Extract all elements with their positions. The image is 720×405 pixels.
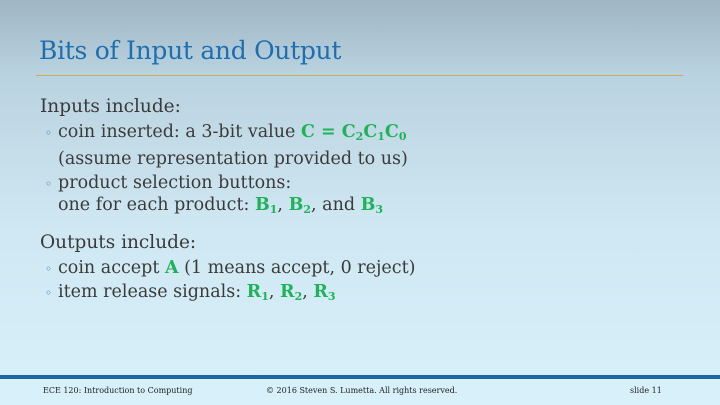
slide-title: Bits of Input and Output xyxy=(39,36,342,65)
bullet-circle-icon: ◦ xyxy=(45,286,53,300)
bullet-release-signals: ◦ item release signals: R1, R2, R3 xyxy=(45,282,336,303)
inputs-heading: Inputs include: xyxy=(40,96,181,117)
coin-text: coin inserted: a 3-bit value xyxy=(58,122,301,142)
bullet-circle-icon: ◦ xyxy=(45,126,53,140)
release-r1: R1 xyxy=(246,282,269,303)
accept-variable: A xyxy=(164,258,179,278)
release-r3: R3 xyxy=(313,282,336,303)
bullet-coin-accept: ◦ coin accept A (1 means accept, 0 rejec… xyxy=(45,258,416,278)
coin-variable: C = C2C1C0 xyxy=(300,122,407,143)
slide-content: Inputs include: ◦ coin inserted: a 3-bit… xyxy=(40,95,680,308)
bullet-product-buttons: ◦ product selection buttons: one for eac… xyxy=(45,173,384,216)
coin-note: (assume representation provided to us) xyxy=(58,149,408,169)
bullet-coin-inserted: ◦ coin inserted: a 3-bit value C = C2C1C… xyxy=(40,121,680,170)
title-divider xyxy=(36,75,683,76)
button-b3: B3 xyxy=(360,195,384,216)
bullet-circle-icon: ◦ xyxy=(45,177,53,191)
button-b1: B1 xyxy=(254,195,278,216)
bullet-circle-icon: ◦ xyxy=(45,262,53,276)
button-b2: B2 xyxy=(288,195,312,216)
footer-bar xyxy=(0,375,720,379)
footer-slide-number: slide 11 xyxy=(630,386,662,395)
release-r2: R2 xyxy=(280,282,303,303)
footer-course: ECE 120: Introduction to Computing xyxy=(43,386,193,395)
outputs-heading: Outputs include: xyxy=(40,232,197,253)
footer-copyright: © 2016 Steven S. Lumetta. All rights res… xyxy=(266,386,458,395)
buttons-text: product selection buttons: xyxy=(58,173,292,193)
